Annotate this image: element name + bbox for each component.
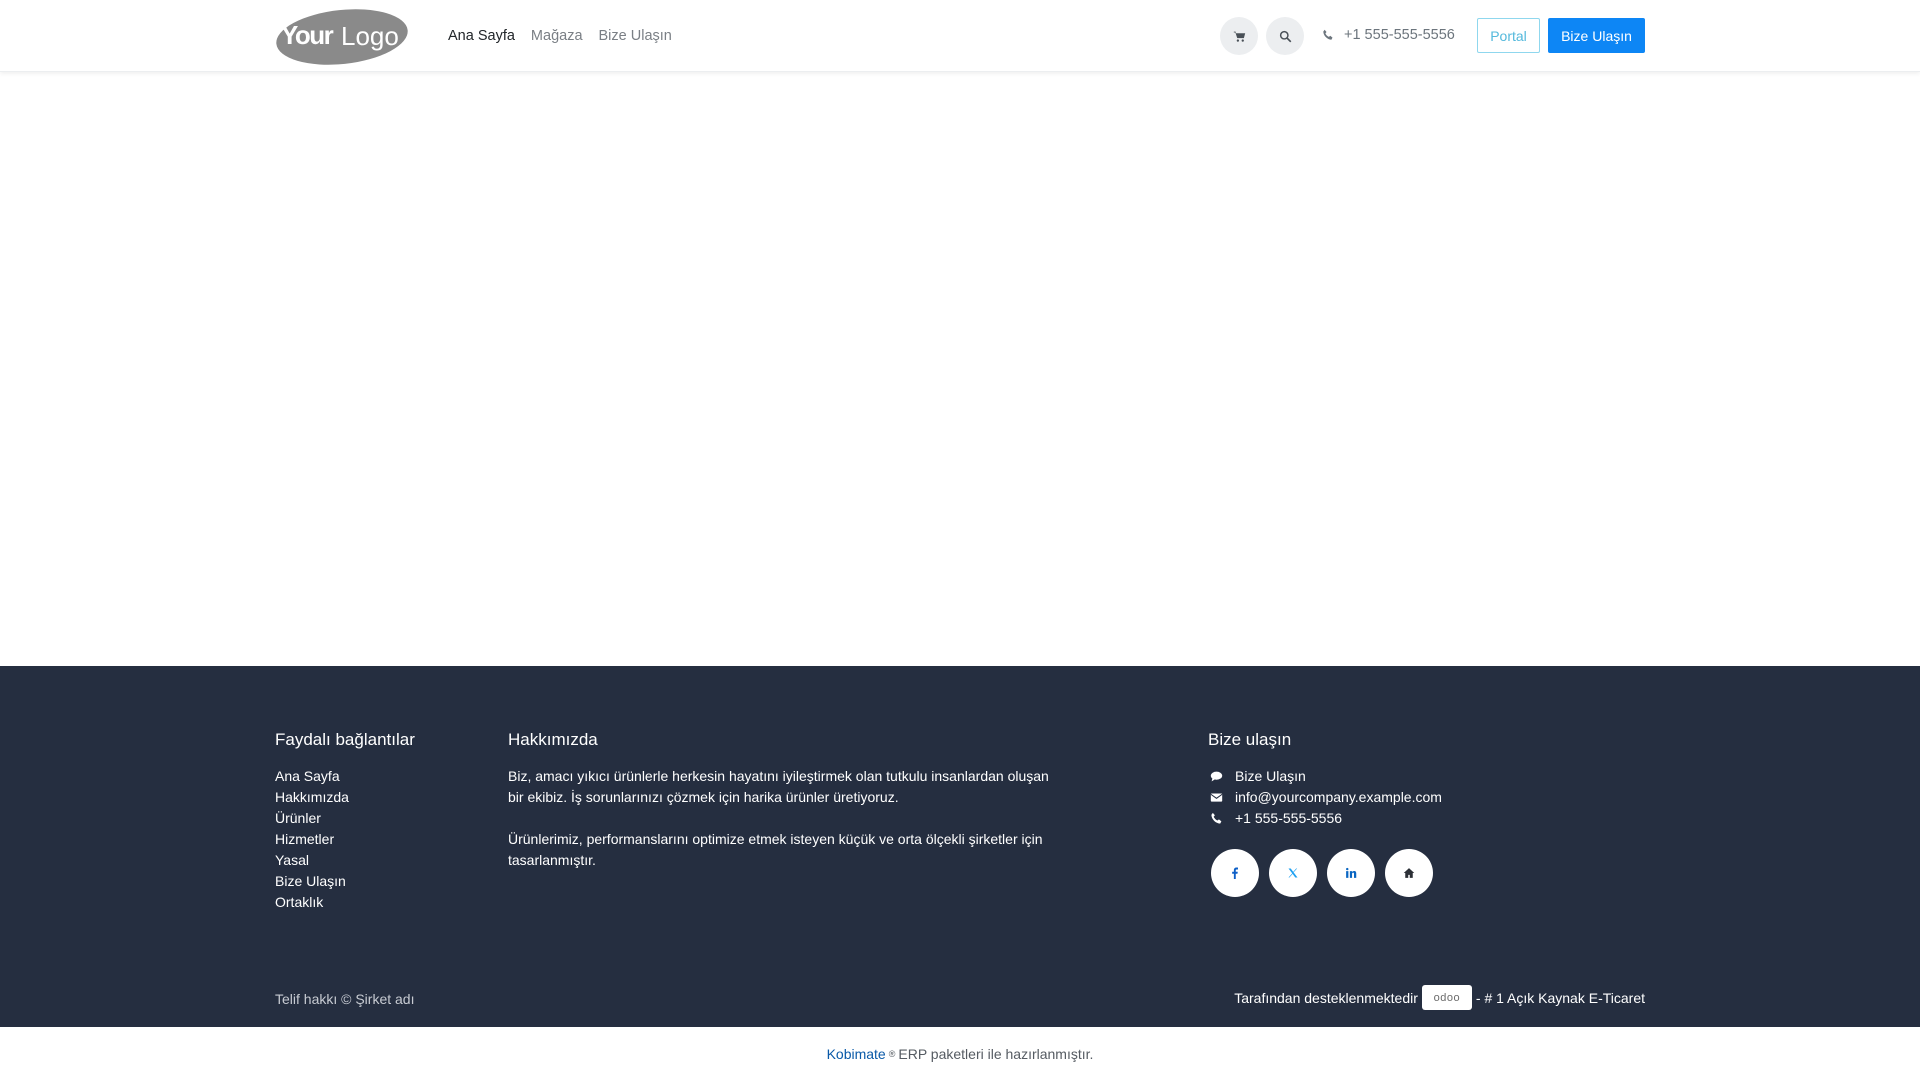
social-links <box>1211 849 1442 897</box>
footer-link-partnership[interactable]: Ortaklık <box>275 894 323 910</box>
about-paragraph-1: Biz, amacı yıkıcı ürünlerle herkesin hay… <box>508 768 1049 805</box>
credits-bar: Kobimate ® ERP paketleri ile hazırlanmış… <box>0 1027 1920 1080</box>
svg-text:Logo: Logo <box>341 21 399 51</box>
x-twitter-icon <box>1288 868 1298 878</box>
useful-links-column: Faydalı bağlantılar Ana Sayfa Hakkımızda… <box>275 730 415 913</box>
powered-suffix: - # 1 Açık Kaynak E-Ticaret <box>1475 989 1645 1006</box>
footer-link-home[interactable]: Ana Sayfa <box>275 768 340 784</box>
footer-link-products[interactable]: Ürünler <box>275 810 321 826</box>
contact-email-text: info@yourcompany.example.com <box>1235 789 1442 805</box>
cart-icon <box>1233 31 1245 42</box>
envelope-icon <box>1210 793 1223 802</box>
footer-link-about[interactable]: Hakkımızda <box>275 789 349 805</box>
header-phone[interactable]: +1 555-555-5556 <box>1322 27 1455 43</box>
contact-item-phone[interactable]: +1 555-555-5556 <box>1208 808 1442 829</box>
cart-button[interactable] <box>1220 17 1258 55</box>
footer-link-services[interactable]: Hizmetler <box>275 831 334 847</box>
powered-by: Tarafından desteklenmektedir odoo - # 1 … <box>1234 985 1645 1010</box>
credits-text: ERP paketleri ile hazırlanmıştır. <box>898 1045 1094 1062</box>
nav-home[interactable]: Ana Sayfa <box>440 28 523 44</box>
footer-link-legal[interactable]: Yasal <box>275 852 309 868</box>
kobimate-link[interactable]: Kobimate <box>827 1046 886 1062</box>
site-footer: Faydalı bağlantılar Ana Sayfa Hakkımızda… <box>0 666 1920 1027</box>
portal-button[interactable]: Portal <box>1477 18 1540 53</box>
phone-icon <box>1323 29 1333 40</box>
search-icon <box>1279 30 1291 42</box>
odoo-logo[interactable]: odoo <box>1421 985 1472 1010</box>
nav-shop[interactable]: Mağaza <box>523 28 591 44</box>
registered-mark: ® <box>888 1048 896 1059</box>
svg-text:Your: Your <box>281 20 334 50</box>
contact-message-text: Bize Ulaşın <box>1235 768 1306 784</box>
contact-phone-text: +1 555-555-5556 <box>1235 810 1343 826</box>
linkedin-icon <box>1346 867 1357 878</box>
logo[interactable]: Your Logo <box>275 8 409 65</box>
linkedin-button[interactable] <box>1327 849 1375 897</box>
search-button[interactable] <box>1266 17 1304 55</box>
phone-icon <box>1211 812 1222 824</box>
footer-link-contact[interactable]: Bize Ulaşın <box>275 873 346 889</box>
about-title: Hakkımızda <box>508 730 598 749</box>
contact-item-message[interactable]: Bize Ulaşın <box>1208 766 1442 787</box>
facebook-icon <box>1232 867 1238 879</box>
useful-links-title: Faydalı bağlantılar <box>275 730 415 749</box>
contact-us-button[interactable]: Bize Ulaşın <box>1548 18 1645 53</box>
contact-title: Bize ulaşın <box>1208 730 1292 749</box>
comment-icon <box>1210 771 1223 782</box>
about-paragraph-2: Ürünlerimiz, performanslarını optimize e… <box>508 831 1043 868</box>
contact-column: Bize ulaşın Bize Ulaşın info@yourcompany… <box>1208 730 1442 897</box>
copyright-text: Telif hakkı © Şirket adı <box>275 991 415 1007</box>
main-nav: Ana Sayfa Mağaza Bize Ulaşın <box>440 0 680 72</box>
home-icon <box>1403 868 1415 878</box>
site-header: Your Logo Ana Sayfa Mağaza Bize Ulaşın +… <box>0 0 1920 72</box>
website-button[interactable] <box>1385 849 1433 897</box>
nav-contact[interactable]: Bize Ulaşın <box>591 28 680 44</box>
twitter-button[interactable] <box>1269 849 1317 897</box>
header-phone-text: +1 555-555-5556 <box>1344 27 1455 43</box>
powered-prefix: Tarafından desteklenmektedir <box>1234 989 1418 1006</box>
facebook-button[interactable] <box>1211 849 1259 897</box>
about-column: Hakkımızda Biz, amacı yıkıcı ürünlerle h… <box>508 730 1068 892</box>
contact-item-email[interactable]: info@yourcompany.example.com <box>1208 787 1442 808</box>
